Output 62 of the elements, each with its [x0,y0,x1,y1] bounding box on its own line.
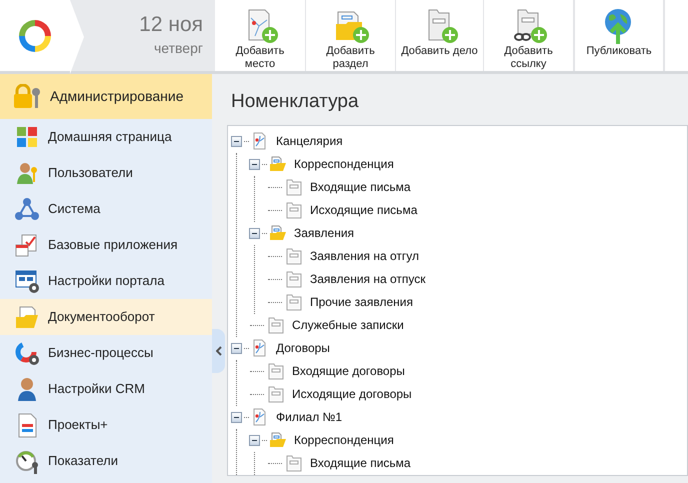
file-folder-icon [285,247,303,265]
toolbar-button[interactable]: Публиковать [573,0,665,71]
toolbar-button[interactable]: Добавить ссылку [483,0,573,71]
page-title: Номенклатура [231,90,360,114]
collapse-toggle[interactable] [231,342,242,354]
weekday-text: четверг [154,39,203,58]
sidebar-header[interactable]: Администрирование [0,74,212,119]
folder-document-icon [14,304,40,330]
collapse-toggle[interactable] [249,228,260,238]
tree-item[interactable]: Канцелярия [276,132,343,150]
toolbar-button[interactable]: Добавить дело [395,0,483,71]
network-icon [14,196,40,222]
file-folder-icon [285,293,303,311]
toolbar-button[interactable]: Добавить место [215,0,305,71]
file-folder-icon [285,178,303,196]
sidebar-item[interactable]: Домашняя страница [0,119,212,155]
tree-item[interactable]: Служебные записки [292,316,404,334]
collapse-toggle[interactable] [231,136,242,146]
date-text: 12 ноя [139,12,203,38]
tree-item[interactable]: Входящие договоры [292,362,405,380]
sidebar-item[interactable]: Документооборот [0,299,212,335]
file-folder-icon [267,316,285,334]
toolbar-button[interactable]: Добавить раздел [305,0,395,71]
file-folder-icon [267,362,285,380]
tree-item[interactable]: Корреспонденция [294,155,394,173]
open-folder-icon [269,431,287,449]
chevron-left-icon [216,346,222,356]
sidebar-item[interactable]: Система [0,191,212,227]
tree-item[interactable]: Корреспонденция [294,431,394,449]
tree-item[interactable]: Договоры [276,339,330,357]
file-folder-icon [267,385,285,403]
sidebar-item[interactable]: Пользователи [0,155,212,191]
tree-item[interactable]: Исходящие договоры [292,385,412,403]
collapse-tab[interactable] [212,329,225,373]
tree-item[interactable]: Заявления [294,224,354,242]
ring-gear-icon [14,340,40,366]
window-gear-icon [14,268,40,294]
sidebar-item[interactable]: Проекты+ [0,407,212,443]
tree-item[interactable]: Филиал №1 [276,408,342,426]
tiles-icon [14,124,40,150]
file-folder-icon [285,454,303,472]
tree-item[interactable]: Прочие заявления [310,293,413,311]
sidebar-item[interactable]: Настройки CRM [0,371,212,407]
collapse-toggle[interactable] [249,158,260,170]
user-key-icon [14,160,40,186]
tree-item[interactable]: Заявления на отгул [310,247,420,265]
tree-item[interactable]: Заявления на отпуск [310,270,426,288]
collapse-toggle[interactable] [249,434,260,446]
tree-item[interactable]: Входящие письма [310,178,411,196]
tree-item[interactable]: Исходящие письма [310,201,418,219]
collapse-toggle[interactable] [231,412,242,422]
lock-key-icon [12,84,42,110]
gauge-key-icon [14,448,40,474]
open-folder-icon [269,224,287,242]
sidebar-item[interactable]: Базовые приложения [0,227,212,263]
open-folder-icon [269,155,287,173]
sidebar-item[interactable]: Показатели [0,443,212,479]
sidebar-item[interactable]: Настройки портала [0,263,212,299]
sidebar-item[interactable]: Бизнес-процессы [0,335,212,371]
tree-item[interactable]: Входящие письма [310,454,411,472]
file-folder-icon [285,270,303,288]
file-folder-icon [285,201,303,219]
